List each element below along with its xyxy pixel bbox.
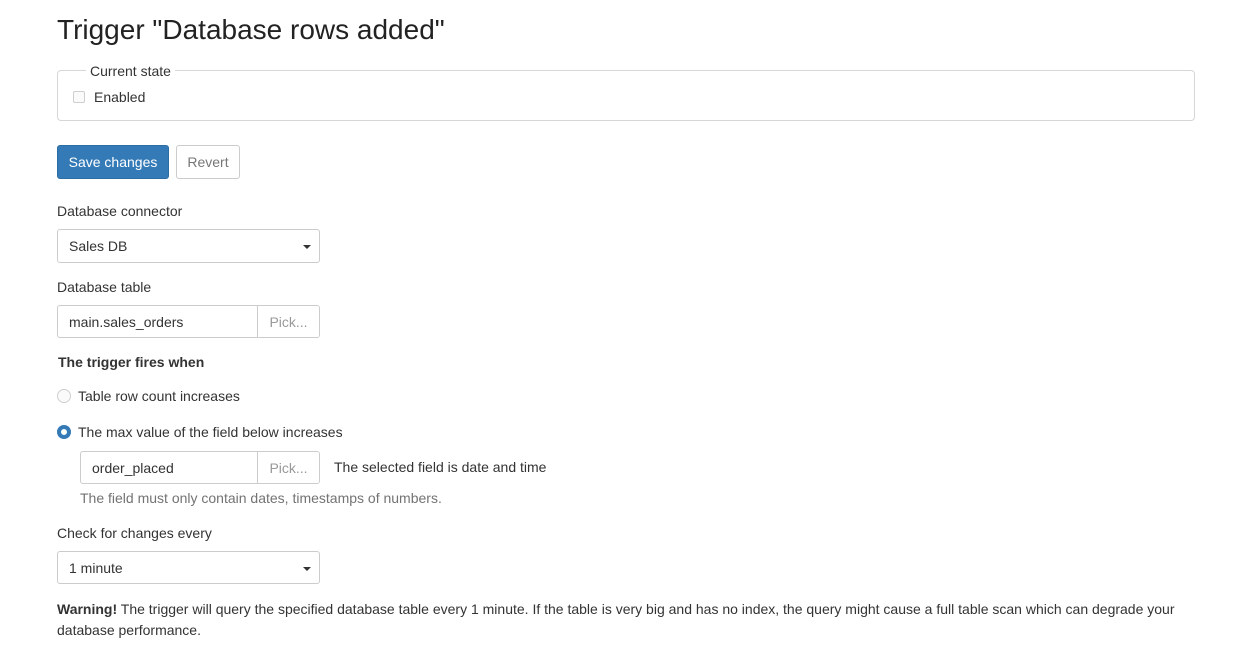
- check-interval-label: Check for changes every: [57, 525, 212, 541]
- max-value-radio[interactable]: [57, 425, 71, 439]
- field-input-group: order_placed Pick...: [80, 451, 320, 484]
- enabled-checkbox[interactable]: [73, 91, 85, 103]
- radio-max-value[interactable]: The max value of the field below increas…: [57, 423, 343, 441]
- field-type-note: The selected field is date and time: [334, 459, 547, 475]
- page-title: Trigger "Database rows added": [57, 14, 445, 45]
- warning-text: The trigger will query the specified dat…: [57, 601, 1175, 638]
- field-pick-button[interactable]: Pick...: [257, 452, 319, 483]
- database-connector-label: Database connector: [57, 203, 183, 219]
- field-input[interactable]: order_placed: [81, 452, 257, 483]
- database-connector-select[interactable]: Sales DB: [57, 229, 320, 263]
- revert-button[interactable]: Revert: [176, 145, 240, 179]
- current-state-fieldset: [57, 70, 1195, 121]
- enabled-checkbox-row[interactable]: Enabled: [73, 88, 145, 106]
- enabled-label[interactable]: Enabled: [94, 89, 145, 105]
- database-table-label: Database table: [57, 279, 152, 295]
- database-table-input-group: main.sales_orders Pick...: [57, 305, 320, 338]
- save-changes-button[interactable]: Save changes: [57, 145, 169, 179]
- database-table-pick-button[interactable]: Pick...: [257, 306, 319, 337]
- caret-down-icon: [303, 567, 311, 571]
- warning-message: Warning! The trigger will query the spec…: [57, 599, 1192, 641]
- radio-row-count[interactable]: Table row count increases: [57, 387, 240, 405]
- caret-down-icon: [303, 245, 311, 249]
- warning-prefix: Warning!: [57, 601, 118, 617]
- current-state-legend: Current state: [86, 62, 175, 80]
- database-connector-value: Sales DB: [69, 238, 128, 254]
- max-value-radio-label[interactable]: The max value of the field below increas…: [78, 424, 343, 440]
- field-help-text: The field must only contain dates, times…: [80, 490, 442, 506]
- database-table-input[interactable]: main.sales_orders: [58, 306, 257, 337]
- check-interval-select[interactable]: 1 minute: [57, 551, 320, 584]
- row-count-radio[interactable]: [57, 389, 71, 403]
- check-interval-value: 1 minute: [69, 559, 123, 576]
- row-count-radio-label[interactable]: Table row count increases: [78, 388, 240, 404]
- fires-when-heading: The trigger fires when: [58, 354, 205, 370]
